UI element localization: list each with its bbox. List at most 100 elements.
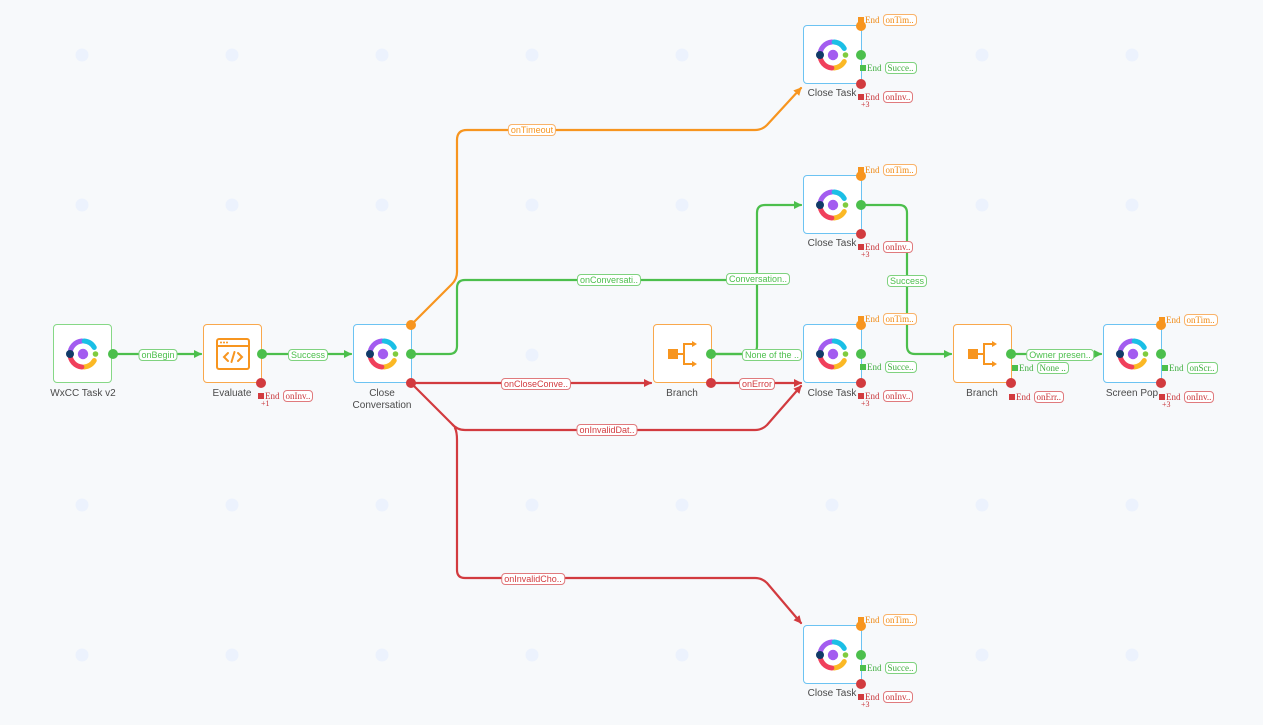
port-error[interactable] xyxy=(856,679,866,689)
more-count[interactable]: +3 xyxy=(861,700,870,709)
port-error[interactable] xyxy=(1156,378,1166,388)
end-tag: None .. xyxy=(1036,362,1069,374)
end-square-icon xyxy=(860,364,866,370)
end-square-icon xyxy=(858,316,864,322)
port-success[interactable] xyxy=(257,349,267,359)
edge-label-owner-present[interactable]: Owner presen.. xyxy=(1026,349,1094,361)
end-tag: onTim.. xyxy=(882,614,917,626)
end-tag: onErr.. xyxy=(1033,391,1064,403)
webex-contact-center-logo-icon xyxy=(363,334,403,374)
end-square-icon xyxy=(858,167,864,173)
branch-icon xyxy=(667,340,697,367)
node-branch-2[interactable] xyxy=(953,324,1012,383)
edge-label-on-error[interactable]: onError xyxy=(738,378,776,390)
webex-contact-center-logo-icon xyxy=(813,635,853,675)
end-text: End xyxy=(1019,363,1034,373)
edge-on-invalid-data[interactable] xyxy=(409,381,803,432)
webex-contact-center-logo-icon xyxy=(813,334,853,374)
edges-layer xyxy=(111,86,1103,625)
port-success[interactable] xyxy=(856,200,866,210)
edge-label-close-task-success[interactable]: Success xyxy=(886,275,928,287)
edge-label-on-timeout[interactable]: onTimeout xyxy=(507,124,557,136)
node-close-task-middle[interactable] xyxy=(803,324,862,383)
end-text: End xyxy=(1169,363,1184,373)
more-count[interactable]: +3 xyxy=(861,100,870,109)
end-tag: onScr.. xyxy=(1186,362,1218,374)
end-text: End xyxy=(865,314,880,324)
end-marker-success: End Succe.. xyxy=(860,62,917,74)
end-tag: onInv.. xyxy=(882,91,914,103)
node-label-branch-1: Branch xyxy=(666,388,698,399)
port-error[interactable] xyxy=(256,378,266,388)
end-tag: onTim.. xyxy=(882,164,917,176)
label-line: Close xyxy=(369,388,395,399)
end-tag: onTim.. xyxy=(882,14,917,26)
end-tag: onInv.. xyxy=(282,390,314,402)
webex-contact-center-logo-icon xyxy=(63,334,103,374)
port-error[interactable] xyxy=(856,79,866,89)
more-count[interactable]: +3 xyxy=(1162,400,1171,409)
end-tag: Succe.. xyxy=(884,62,917,74)
end-square-icon xyxy=(860,665,866,671)
label-line: Conversation xyxy=(352,400,412,411)
end-tag: onInv.. xyxy=(882,691,914,703)
port-success[interactable] xyxy=(406,349,416,359)
port-error[interactable] xyxy=(856,229,866,239)
more-count[interactable]: +1 xyxy=(261,399,270,408)
port-success[interactable] xyxy=(856,50,866,60)
end-marker-none: End None .. xyxy=(1012,362,1069,374)
end-marker-timeout: End onTim.. xyxy=(1159,314,1218,326)
end-marker-timeout: End onTim.. xyxy=(858,313,917,325)
end-tag: onTim.. xyxy=(1183,314,1218,326)
edge-on-invalid-choice[interactable] xyxy=(453,426,803,625)
edge-label-branch-conversation[interactable]: Conversation.. xyxy=(725,273,791,285)
edge-label-branch-none[interactable]: None of the .. xyxy=(741,349,803,361)
edge-label-on-begin[interactable]: onBegin xyxy=(138,349,178,361)
port-timeout[interactable] xyxy=(406,320,416,330)
node-evaluate[interactable] xyxy=(203,324,262,383)
end-tag: onInv.. xyxy=(882,241,914,253)
node-close-task-top[interactable] xyxy=(803,25,862,84)
node-close-task-bottom[interactable] xyxy=(803,625,862,684)
end-text: End xyxy=(865,615,880,625)
node-close-conversation[interactable] xyxy=(353,324,412,383)
port-success[interactable] xyxy=(856,650,866,660)
code-window-icon xyxy=(215,337,250,370)
port-error[interactable] xyxy=(856,378,866,388)
end-marker-timeout: End onTim.. xyxy=(858,614,917,626)
webex-contact-center-logo-icon xyxy=(813,185,853,225)
end-square-icon xyxy=(1012,365,1018,371)
webex-contact-center-logo-icon xyxy=(813,35,853,75)
end-text: End xyxy=(867,663,882,673)
node-screen-pop[interactable] xyxy=(1103,324,1162,383)
branch-icon xyxy=(967,340,997,367)
node-branch-1[interactable] xyxy=(653,324,712,383)
edge-label-on-close-conversation[interactable]: onCloseConve.. xyxy=(500,378,572,390)
edge-label-on-invalid-choice[interactable]: onInvalidCho.. xyxy=(501,573,565,585)
end-tag: Succe.. xyxy=(884,361,917,373)
port-success[interactable] xyxy=(1156,349,1166,359)
port-error[interactable] xyxy=(406,378,416,388)
edge-label-on-conversation[interactable]: onConversati.. xyxy=(576,274,642,286)
port-success[interactable] xyxy=(706,349,716,359)
port-error[interactable] xyxy=(1006,378,1016,388)
edge-label-success[interactable]: Success xyxy=(287,349,329,361)
port-success[interactable] xyxy=(108,349,118,359)
more-count[interactable]: +3 xyxy=(861,250,870,259)
edge-label-on-invalid-data[interactable]: onInvalidDat.. xyxy=(576,424,638,436)
webex-contact-center-logo-icon xyxy=(1113,334,1153,374)
end-marker-success: End Succe.. xyxy=(860,361,917,373)
end-tag: Succe.. xyxy=(884,662,917,674)
end-tag: onInv.. xyxy=(882,390,914,402)
more-count[interactable]: +3 xyxy=(861,399,870,408)
edge-on-timeout[interactable] xyxy=(409,86,803,327)
port-success[interactable] xyxy=(1006,349,1016,359)
end-marker-success: End Succe.. xyxy=(860,662,917,674)
end-square-icon xyxy=(858,617,864,623)
node-close-task-upper[interactable] xyxy=(803,175,862,234)
flow-canvas[interactable]: onBegin Success onTimeout onConversati..… xyxy=(0,0,1263,725)
node-label-wxcc-task: WxCC Task v2 xyxy=(50,388,116,399)
node-wxcc-task[interactable] xyxy=(53,324,112,383)
port-success[interactable] xyxy=(856,349,866,359)
port-error[interactable] xyxy=(706,378,716,388)
